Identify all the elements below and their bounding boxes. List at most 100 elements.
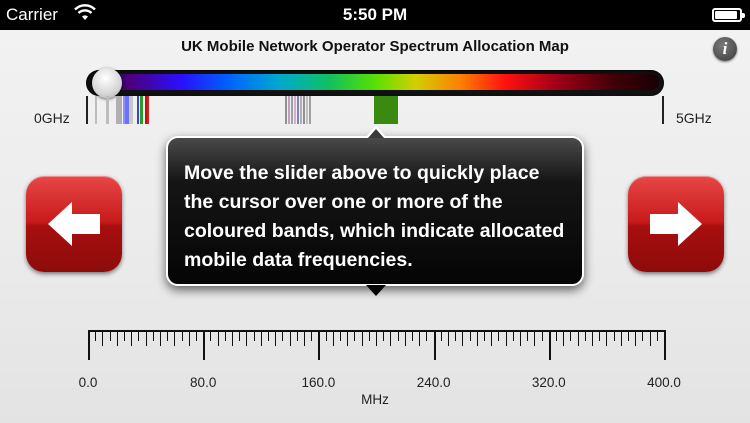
ruler-tick (318, 330, 321, 360)
frequency-band (291, 96, 294, 124)
page-title: UK Mobile Network Operator Spectrum Allo… (181, 38, 569, 55)
ruler-tick (476, 330, 478, 346)
ruler-tick (376, 330, 377, 346)
ruler-tick (548, 330, 551, 360)
ruler-tick (656, 330, 658, 341)
ruler-tick (570, 330, 572, 341)
previous-band-button[interactable] (26, 176, 122, 272)
frequency-band (147, 96, 150, 124)
ruler-tick (289, 330, 291, 346)
ruler-tick (426, 330, 428, 341)
app-screen: UK Mobile Network Operator Spectrum Allo… (0, 30, 750, 423)
spectrum-start-label: 0GHz (34, 110, 70, 126)
ruler-tick (354, 330, 356, 341)
ruler-tick (88, 330, 90, 360)
ruler-tick (628, 330, 629, 341)
ruler-tick-label: 320.0 (531, 375, 566, 390)
frequency-band (139, 96, 144, 124)
left-arrow-icon (48, 202, 100, 246)
ruler-tick (577, 330, 579, 346)
ruler-tick (167, 330, 169, 341)
ruler-unit: MHz (361, 392, 389, 407)
ruler-tick (520, 330, 521, 346)
ruler-tick (462, 330, 464, 346)
ruler-tick (253, 330, 255, 341)
ruler-tick (584, 330, 586, 341)
ruler-tick (131, 330, 133, 346)
ruler-tick (491, 330, 493, 346)
frequency-ruler[interactable] (88, 330, 666, 360)
next-band-button[interactable] (628, 176, 724, 272)
status-time: 5:50 PM (342, 5, 408, 24)
ruler-tick (469, 330, 471, 341)
ruler-tick (541, 330, 543, 341)
ruler-tick (246, 330, 248, 346)
ruler-tick (642, 330, 644, 341)
tooltip-pointer-up (366, 126, 386, 138)
allocated-bands-strip (86, 96, 664, 124)
ruler-tick (440, 330, 442, 341)
ruler-tick (347, 330, 349, 346)
ruler-tick (332, 330, 334, 346)
frequency-band (373, 96, 399, 124)
ruler-tick (664, 330, 666, 360)
frequency-band (302, 96, 305, 124)
ruler-tick (433, 330, 436, 360)
ruler-tick (419, 330, 421, 346)
ruler-tick (368, 330, 370, 341)
ruler-tick (620, 330, 622, 346)
ruler-tick-label: 0.0 (78, 375, 98, 390)
frequency-band (309, 96, 312, 124)
frequency-band (129, 96, 134, 124)
ruler-tick-label: 160.0 (301, 375, 336, 390)
ruler-tick (224, 330, 226, 341)
tooltip-text: Move the slider above to quickly place t… (184, 162, 565, 271)
spectrum-slider-track[interactable] (86, 70, 664, 96)
ruler-tick (95, 330, 97, 341)
ruler-tick (203, 330, 206, 360)
ruler-tick-label: 240.0 (416, 375, 451, 390)
ruler-tick (527, 330, 529, 341)
info-icon[interactable]: i (713, 37, 737, 61)
ruler-tick (534, 330, 536, 346)
ruler-tick (304, 330, 305, 346)
frequency-band (294, 96, 297, 124)
ruler-tick (210, 330, 212, 341)
ruler-tick (512, 330, 514, 341)
ruler-tick (116, 330, 118, 346)
frequency-band (296, 96, 299, 124)
ruler-tick (649, 330, 651, 346)
ruler-tick (275, 330, 277, 346)
status-bar: Carrier 5:50 PM (0, 0, 750, 30)
frequency-band (305, 96, 308, 124)
band-strip-right-edge (662, 96, 664, 124)
frequency-band (136, 96, 139, 124)
frequency-band (299, 96, 302, 124)
ruler-tick (282, 330, 284, 341)
frequency-band (288, 96, 291, 124)
ruler-tick (592, 330, 593, 346)
help-tooltip[interactable]: Move the slider above to quickly place t… (166, 126, 584, 296)
right-arrow-icon (650, 202, 702, 246)
ruler-tick (599, 330, 601, 341)
ruler-tick (498, 330, 500, 341)
spectrum-gradient (91, 74, 659, 90)
spectrum-end-label: 5GHz (676, 110, 712, 126)
ruler-tick-label: 400.0 (647, 375, 681, 390)
ruler-tick (613, 330, 615, 341)
ruler-tick (138, 330, 140, 341)
ruler-tick (455, 330, 457, 341)
ruler-tick (145, 330, 147, 346)
ruler-tick (340, 330, 341, 341)
ruler-tick (268, 330, 269, 341)
ruler-tick (563, 330, 565, 346)
ruler-tick (484, 330, 485, 341)
ruler-tick (239, 330, 241, 341)
ruler-tick (311, 330, 313, 341)
ruler-tick (174, 330, 176, 346)
ruler-tick (412, 330, 413, 341)
ruler-tick (188, 330, 190, 346)
ruler-tick (217, 330, 219, 346)
ruler-tick (109, 330, 111, 341)
tooltip-pointer-down (366, 285, 386, 296)
